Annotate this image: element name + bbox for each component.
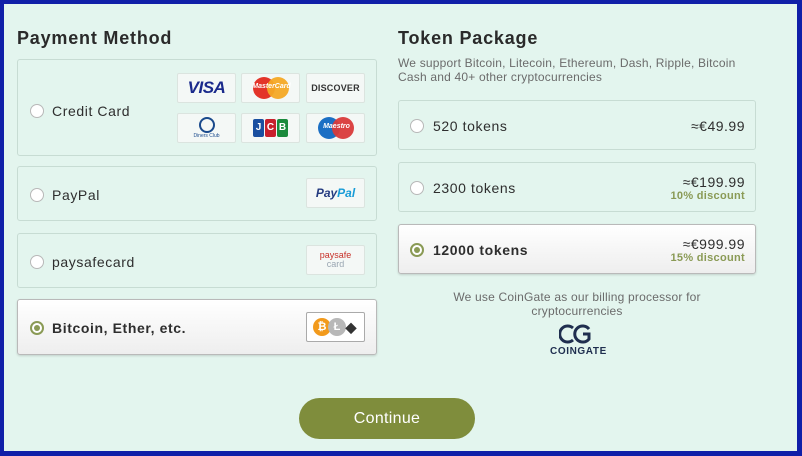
credit-card-label: Credit Card <box>52 103 131 119</box>
jcb-logo: J C B <box>241 113 300 143</box>
payment-option-paysafecard[interactable]: paysafecard paysafe card <box>17 233 377 288</box>
package-label: 2300 tokens <box>433 180 516 196</box>
package-label: 520 tokens <box>433 118 508 134</box>
package-price-block: ≈€199.99 10% discount <box>670 174 745 202</box>
package-520-radio[interactable] <box>410 119 424 133</box>
crypto-logos: ₿ Ł ◆ <box>306 312 365 342</box>
diners-club-text: Diners Club <box>193 133 220 139</box>
payment-panel: Payment Method Credit Card VISA MasterCa… <box>4 4 797 451</box>
package-discount: 15% discount <box>670 252 745 264</box>
supported-currencies-text: We support Bitcoin, Litecoin, Ethereum, … <box>398 56 736 84</box>
jcb-letter-b: B <box>277 119 288 137</box>
payment-option-crypto[interactable]: Bitcoin, Ether, etc. ₿ Ł ◆ <box>17 299 377 355</box>
package-discount: 10% discount <box>670 190 745 202</box>
payment-option-paypal[interactable]: PayPal Pay Pal <box>17 166 377 221</box>
paysafecard-logo: paysafe card <box>306 245 365 275</box>
package-label: 12000 tokens <box>433 242 529 258</box>
coingate-logo-icon <box>559 324 591 344</box>
maestro-text: Maestro <box>323 123 350 130</box>
package-12000-radio[interactable] <box>410 243 424 257</box>
paysafecard-radio[interactable] <box>30 255 44 269</box>
payment-method-title: Payment Method <box>17 28 173 48</box>
paypal-logo: Pay Pal <box>306 178 365 208</box>
maestro-logo: Maestro <box>306 113 365 143</box>
jcb-letter-c: C <box>265 119 276 137</box>
token-package-title: Token Package <box>398 28 539 48</box>
mastercard-text: MasterCard <box>252 83 291 90</box>
token-package-520[interactable]: 520 tokens ≈€49.99 <box>398 100 756 150</box>
paypal-radio[interactable] <box>30 188 44 202</box>
package-price: ≈€199.99 <box>682 174 745 190</box>
visa-logo: VISA <box>177 73 236 103</box>
paypal-logo-text-a: Pay <box>315 186 338 200</box>
billing-processor-note: We use CoinGate as our billing processor… <box>453 290 701 318</box>
package-2300-radio[interactable] <box>410 181 424 195</box>
package-price-block: ≈€999.99 15% discount <box>670 236 745 264</box>
crypto-label: Bitcoin, Ether, etc. <box>52 320 187 336</box>
mastercard-logo: MasterCard <box>241 73 300 103</box>
payment-option-credit-card[interactable]: Credit Card VISA MasterCard DISCOVER Din… <box>17 59 377 156</box>
jcb-letter-j: J <box>253 119 264 137</box>
token-package-2300[interactable]: 2300 tokens ≈€199.99 10% discount <box>398 162 756 212</box>
ethereum-icon: ◆ <box>345 318 357 335</box>
paypal-label: PayPal <box>52 187 100 203</box>
discover-logo: DISCOVER <box>306 73 365 103</box>
diners-club-logo: Diners Club <box>177 113 236 143</box>
paysafecard-label: paysafecard <box>52 254 135 270</box>
paypal-logo-text-b: Pal <box>337 186 356 200</box>
continue-button[interactable]: Continue <box>299 398 475 439</box>
credit-card-radio[interactable] <box>30 104 44 118</box>
package-price: ≈€999.99 <box>682 236 745 252</box>
crypto-radio[interactable] <box>30 321 44 335</box>
token-package-12000[interactable]: 12000 tokens ≈€999.99 15% discount <box>398 224 756 274</box>
package-price: ≈€49.99 <box>690 118 745 134</box>
paysafecard-logo-text-2: card <box>326 259 345 269</box>
coingate-logo-text: COINGATE <box>550 346 607 357</box>
